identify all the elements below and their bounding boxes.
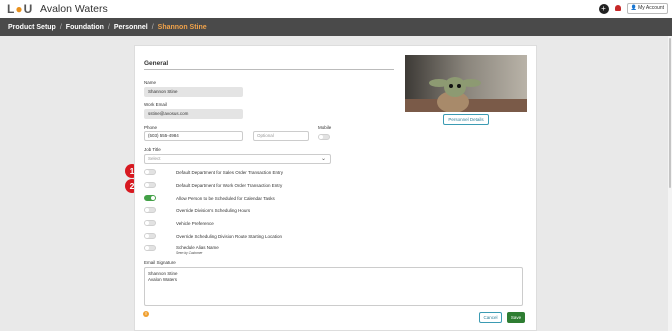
job-title-select[interactable]: Select ⌄ xyxy=(144,154,331,164)
name-label: Name xyxy=(144,80,157,85)
breadcrumb-current: Shannon Stine xyxy=(157,23,207,31)
email-signature-label: Email Signature xyxy=(144,260,176,265)
toggle-schedule-alias[interactable] xyxy=(144,245,156,251)
save-button[interactable]: Save xyxy=(507,312,525,323)
toggle-label: Override Scheduling Division Route Start… xyxy=(176,234,283,239)
phone-label: Phone xyxy=(144,125,158,130)
profile-photo xyxy=(405,55,527,112)
toggle-knob xyxy=(145,221,149,225)
scrollbar-thumb[interactable] xyxy=(669,38,671,188)
cancel-button[interactable]: Cancel xyxy=(479,312,502,323)
breadcrumb-personnel[interactable]: Personnel xyxy=(114,24,148,31)
breadcrumb-product-setup[interactable]: Product Setup xyxy=(8,24,56,31)
job-title-label: Job Title xyxy=(144,147,161,152)
toggle-override-hours[interactable] xyxy=(144,207,156,213)
breadcrumb: Product Setup / Foundation / Personnel /… xyxy=(0,18,672,36)
mobile-toggle[interactable] xyxy=(318,134,330,140)
notification-icon[interactable] xyxy=(613,4,623,14)
work-email-label: Work Email xyxy=(144,102,167,107)
toggle-sublabel: Seen by Customer xyxy=(176,251,203,255)
chevron-down-icon: ⌄ xyxy=(320,156,326,162)
toggle-label: Default Department for Sales Order Trans… xyxy=(176,170,284,175)
page-scrollbar[interactable] xyxy=(668,36,672,331)
breadcrumb-foundation[interactable]: Foundation xyxy=(66,24,104,31)
add-icon[interactable]: + xyxy=(598,3,609,14)
toggle-knob xyxy=(151,196,155,200)
company-name: Avalon Waters xyxy=(40,3,108,15)
toggle-label: Override Division's Scheduling Hours xyxy=(176,208,251,213)
app-logo[interactable]: L●U xyxy=(7,2,33,16)
phone-field[interactable]: (503) 555-4984 xyxy=(144,131,243,141)
section-divider xyxy=(144,69,394,70)
general-card: General Name Shannon Stine Work Email ss… xyxy=(134,45,537,331)
my-account-button[interactable]: 👤 My Account xyxy=(626,3,668,14)
toggle-route-start[interactable] xyxy=(144,233,156,239)
warning-icon[interactable]: ! xyxy=(143,311,149,317)
top-bar: L●U Avalon Waters + 👤 My Account xyxy=(0,0,672,18)
breadcrumb-separator: / xyxy=(151,23,154,31)
toggle-knob xyxy=(145,208,149,212)
toggle-vehicle-preference[interactable] xyxy=(144,220,156,226)
work-email-field[interactable]: sstine@avosus.com xyxy=(144,109,243,119)
toggle-knob xyxy=(145,234,149,238)
phone-extension-field[interactable]: Optional xyxy=(253,131,309,141)
profile-photo-image xyxy=(405,55,527,112)
section-title: General xyxy=(144,60,169,67)
toggle-label: Vehicle Preference xyxy=(176,221,214,226)
signature-line: Avalon Waters xyxy=(148,277,178,282)
top-icons: + 👤 My Account xyxy=(598,3,668,14)
personnel-details-button[interactable]: Personnel Details xyxy=(443,114,489,125)
breadcrumb-separator: / xyxy=(107,23,110,31)
toggle-calendar-tasks[interactable] xyxy=(144,195,156,201)
toggle-label: Schedule Alias Name xyxy=(176,245,219,250)
toggle-label: Default Department for Work Order Transa… xyxy=(176,183,283,188)
name-field[interactable]: Shannon Stine xyxy=(144,87,243,97)
toggle-knob xyxy=(145,183,149,187)
toggle-knob xyxy=(145,170,149,174)
my-account-label: My Account xyxy=(638,5,664,11)
mobile-label: Mobile xyxy=(318,125,332,130)
email-signature-textarea[interactable]: Shannon Stine Avalon Waters xyxy=(144,267,523,306)
breadcrumb-separator: / xyxy=(59,23,62,31)
job-title-value: Select xyxy=(148,156,161,161)
toggle-knob xyxy=(319,135,323,139)
toggle-label: Allow Person to be Scheduled for Calenda… xyxy=(176,196,275,201)
toggle-knob xyxy=(145,246,149,250)
toggle-work-order-dept[interactable] xyxy=(144,182,156,188)
toggle-sales-order-dept[interactable] xyxy=(144,169,156,175)
